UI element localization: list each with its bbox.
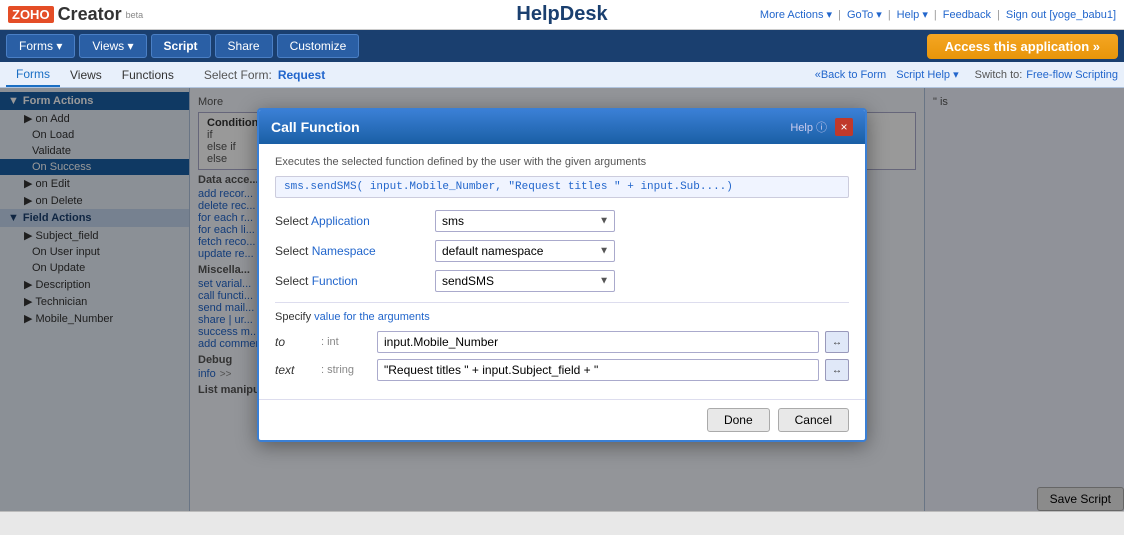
modal-title: Call Function: [271, 119, 360, 135]
modal-code-preview: sms.sendSMS( input.Mobile_Number, "Reque…: [275, 176, 849, 198]
select-ns-label: Select Namespace: [275, 244, 435, 258]
creator-label: Creator: [58, 4, 122, 25]
modal-footer: Done Cancel: [259, 399, 865, 440]
select-form-area: Select Form: Request: [204, 68, 325, 82]
switch-to-label: Switch to:: [975, 69, 1023, 81]
script-nav-btn[interactable]: Script: [151, 34, 211, 58]
modal-help-link[interactable]: Help ⓘ: [790, 119, 827, 135]
sub-nav: Forms Views Functions Select Form: Reque…: [0, 62, 1124, 88]
arg1-input[interactable]: [377, 331, 819, 353]
call-function-modal: Call Function Help ⓘ × Executes the sele…: [257, 108, 867, 442]
done-button[interactable]: Done: [707, 408, 770, 432]
bottom-bar: Save Script: [0, 511, 1124, 535]
top-bar: ZOHO Creator beta HelpDesk More Actions …: [0, 0, 1124, 30]
section-divider: [275, 302, 849, 303]
function-select-wrapper: sendSMS ▼: [435, 270, 615, 292]
sub-nav-functions[interactable]: Functions: [112, 64, 184, 86]
access-app-btn[interactable]: Access this application »: [927, 34, 1118, 59]
customize-nav-btn[interactable]: Customize: [277, 34, 360, 58]
modal-close-btn[interactable]: ×: [835, 118, 853, 136]
back-to-form-link[interactable]: «Back to Form: [815, 69, 887, 81]
views-nav-btn[interactable]: Views ▾: [79, 34, 146, 58]
select-app-label: Select Application: [275, 214, 435, 228]
modal-header: Call Function Help ⓘ ×: [259, 110, 865, 144]
goto-link[interactable]: GoTo ▾: [847, 8, 882, 21]
select-namespace-row: Select Namespace default namespace ▼: [275, 240, 849, 262]
signout-link[interactable]: Sign out [yoge_babu1]: [1006, 9, 1116, 21]
modal-description: Executes the selected function defined b…: [275, 156, 849, 168]
arg2-type: : string: [321, 364, 371, 376]
nav-bar: Forms ▾ Views ▾ Script Share Customize A…: [0, 30, 1124, 62]
select-form-label: Select Form:: [204, 68, 272, 82]
specify-label: Specify value for the arguments: [275, 311, 849, 323]
select-application-row: Select Application sms ▼: [275, 210, 849, 232]
function-select[interactable]: sendSMS: [435, 270, 615, 292]
free-flow-link[interactable]: Free-flow Scripting: [1026, 69, 1118, 81]
sub-nav-forms[interactable]: Forms: [6, 63, 60, 87]
sub-nav-views[interactable]: Views: [60, 64, 112, 86]
main-layout: ▼ Form Actions ▶ on Add On Load Validate…: [0, 88, 1124, 511]
select-fn-label: Select Function: [275, 274, 435, 288]
top-links: More Actions ▾ | GoTo ▾ | Help ▾ | Feedb…: [760, 8, 1116, 21]
help-link[interactable]: Help ▾: [897, 8, 928, 21]
arg2-input[interactable]: [377, 359, 819, 381]
arg1-name: to: [275, 335, 315, 349]
modal-overlay: Call Function Help ⓘ × Executes the sele…: [0, 88, 1124, 511]
more-actions-link[interactable]: More Actions ▾: [760, 8, 832, 21]
select-function-row: Select Function sendSMS ▼: [275, 270, 849, 292]
form-name-value: Request: [278, 68, 325, 82]
modal-body: Executes the selected function defined b…: [259, 144, 865, 399]
arg1-edit-btn[interactable]: ↔: [825, 331, 849, 353]
zoho-logo: ZOHO: [8, 6, 54, 23]
logo-area: ZOHO Creator beta: [8, 4, 143, 25]
application-select-wrapper: sms ▼: [435, 210, 615, 232]
application-select[interactable]: sms: [435, 210, 615, 232]
script-help-link[interactable]: Script Help ▾: [896, 68, 958, 81]
beta-label: beta: [126, 10, 144, 20]
share-nav-btn[interactable]: Share: [215, 34, 273, 58]
arg2-name: text: [275, 363, 315, 377]
feedback-link[interactable]: Feedback: [943, 9, 991, 21]
app-title: HelpDesk: [516, 3, 607, 26]
arg2-row: text : string ↔: [275, 359, 849, 381]
namespace-select[interactable]: default namespace: [435, 240, 615, 262]
cancel-button[interactable]: Cancel: [778, 408, 849, 432]
arg1-row: to : int ↔: [275, 331, 849, 353]
arg1-type: : int: [321, 336, 371, 348]
namespace-select-wrapper: default namespace ▼: [435, 240, 615, 262]
arg2-edit-btn[interactable]: ↔: [825, 359, 849, 381]
forms-nav-btn[interactable]: Forms ▾: [6, 34, 75, 58]
